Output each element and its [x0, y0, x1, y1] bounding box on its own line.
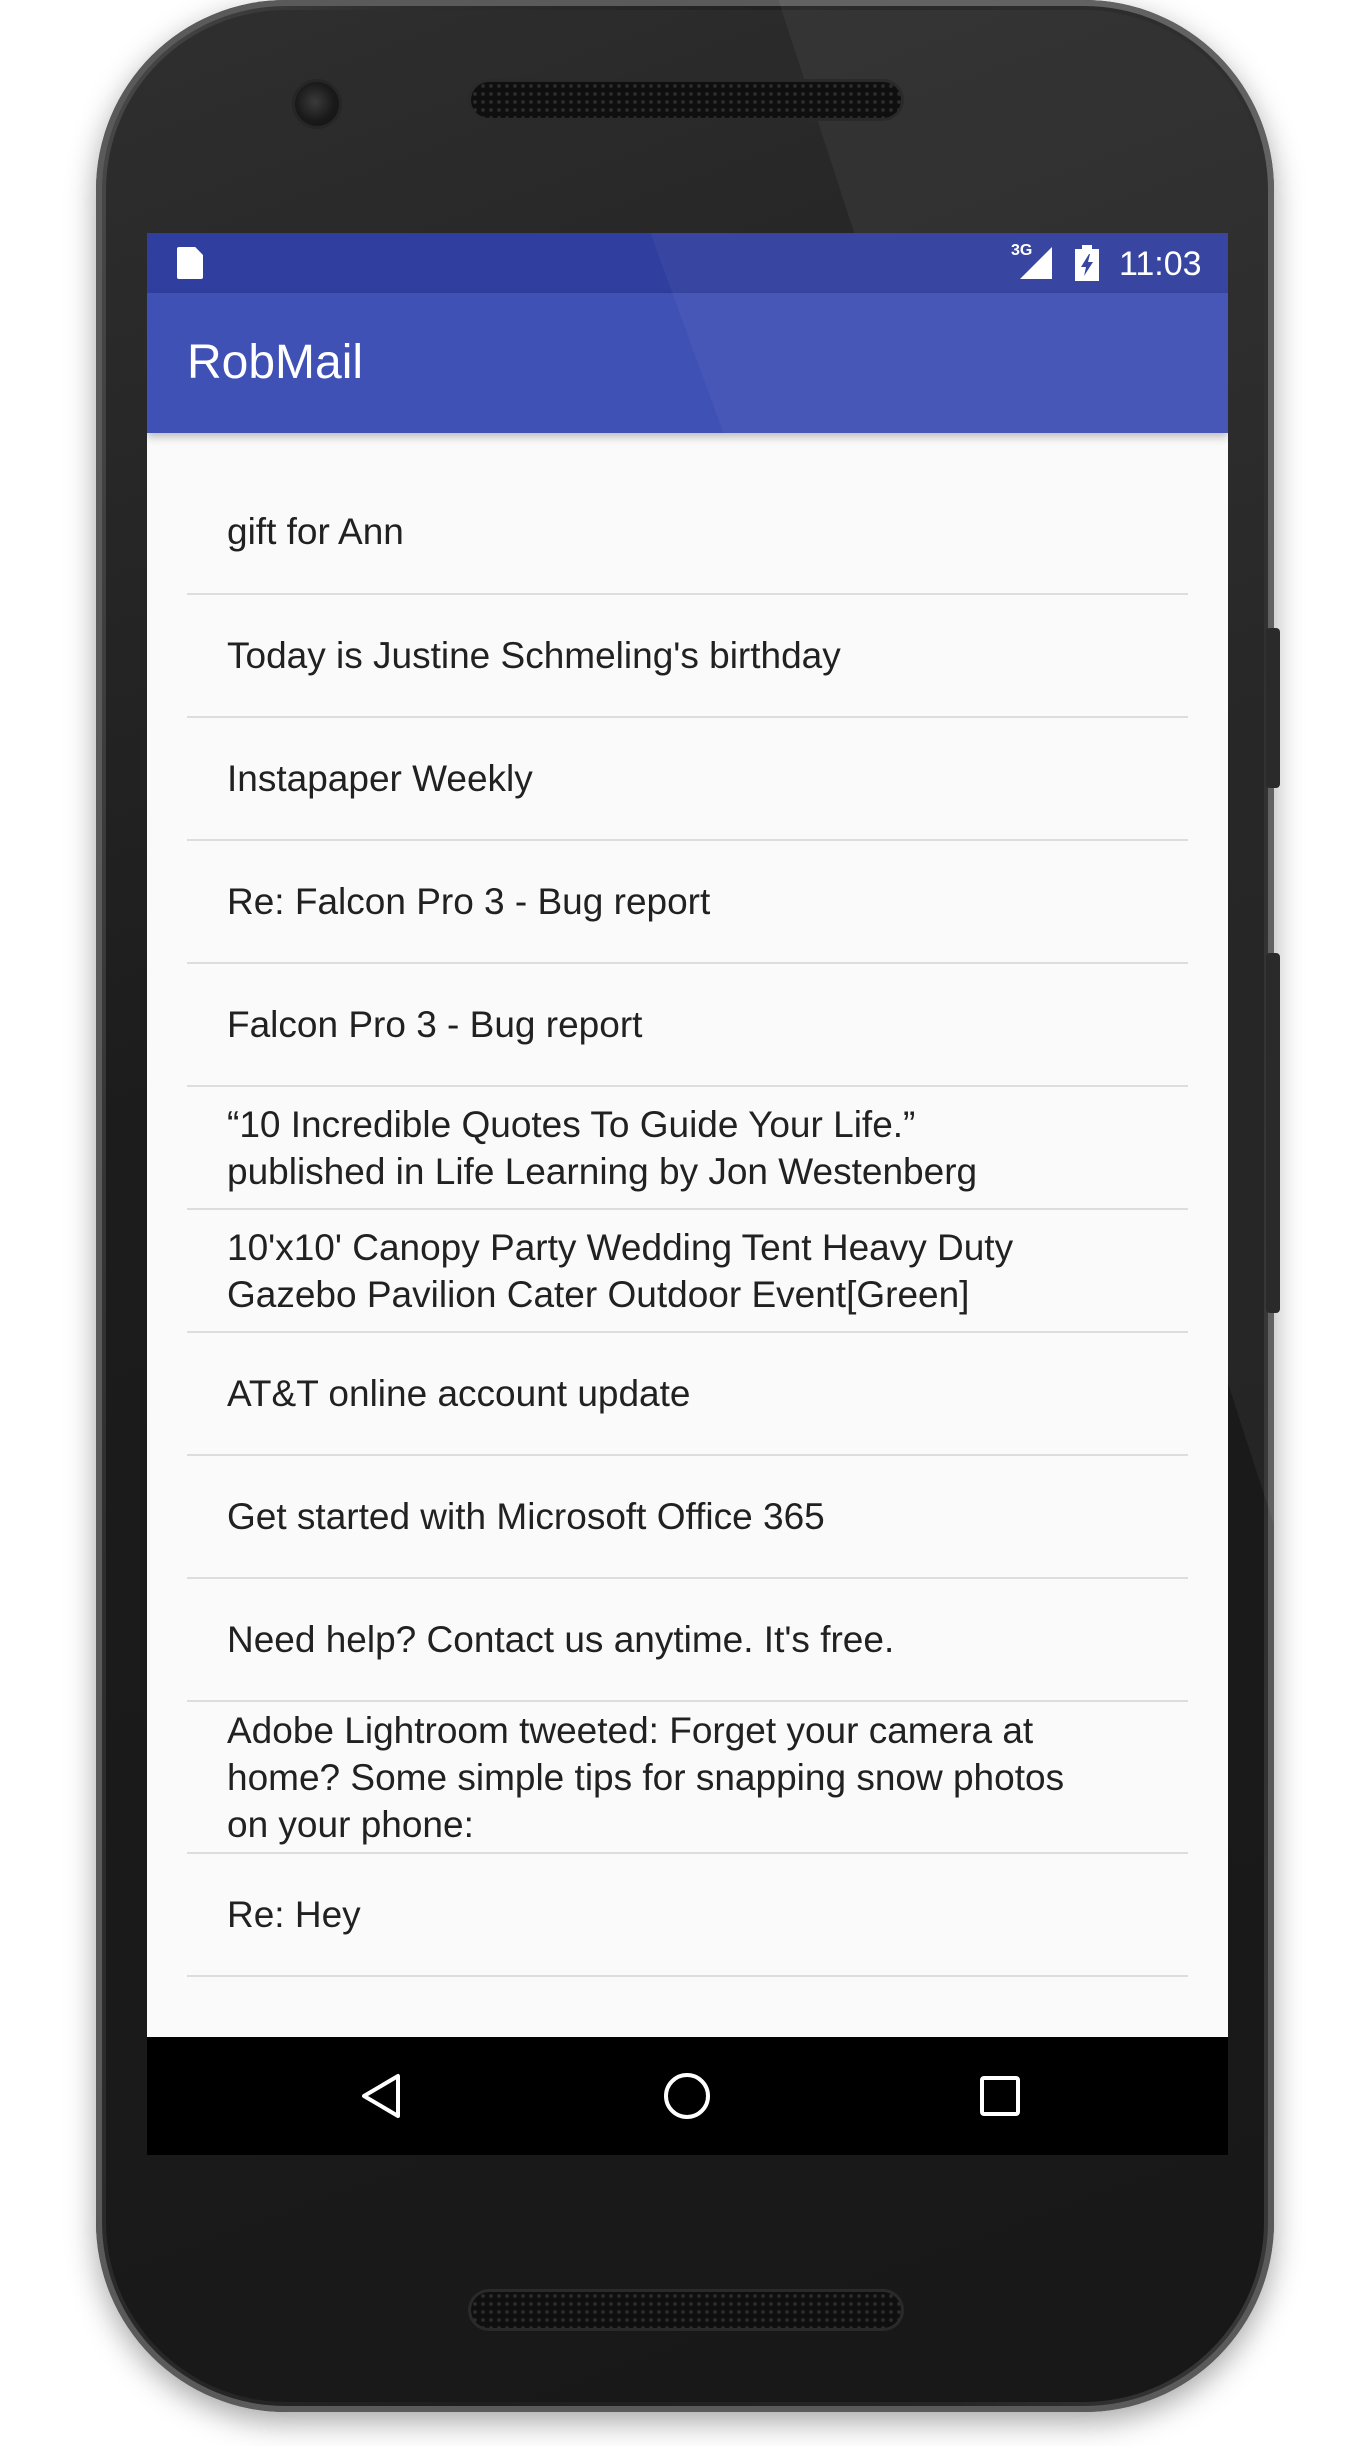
- screen: 3G 11:03 RobMail gift for Ann Today is Ju…: [147, 233, 1228, 2155]
- recent-apps-button[interactable]: [961, 2057, 1039, 2135]
- status-bar: 3G 11:03: [147, 233, 1228, 293]
- device-frame: 3G 11:03 RobMail gift for Ann Today is Ju…: [0, 0, 1370, 2446]
- message-list[interactable]: gift for Ann Today is Justine Schmeling's…: [147, 433, 1228, 2057]
- front-camera: [295, 82, 339, 126]
- app-bar: RobMail: [147, 293, 1228, 433]
- battery-charging-icon: [1075, 245, 1099, 281]
- message-list-item[interactable]: Get started with Microsoft Office 365: [187, 1456, 1188, 1579]
- message-subject: gift for Ann: [227, 511, 404, 552]
- message-list-item[interactable]: Falcon Pro 3 - Bug report: [187, 964, 1188, 1087]
- back-icon: [362, 2074, 400, 2118]
- message-subject: Falcon Pro 3 - Bug report: [227, 1004, 643, 1045]
- message-list-item[interactable]: “10 Incredible Quotes To Guide Your Life…: [187, 1087, 1188, 1210]
- message-list-item[interactable]: 10'x10' Canopy Party Wedding Tent Heavy …: [187, 1210, 1188, 1333]
- bottom-speaker: [471, 2292, 901, 2328]
- message-list-item[interactable]: Instapaper Weekly: [187, 718, 1188, 841]
- message-list-item[interactable]: Re: Hey: [187, 1854, 1188, 1977]
- recent-apps-icon: [980, 2076, 1020, 2116]
- message-subject: Need help? Contact us anytime. It's free…: [227, 1619, 895, 1660]
- home-icon: [664, 2073, 710, 2119]
- home-button[interactable]: [648, 2057, 726, 2135]
- power-button[interactable]: [1266, 628, 1280, 788]
- earpiece-speaker: [471, 82, 901, 118]
- message-list-item[interactable]: Re: Falcon Pro 3 - Bug report: [187, 841, 1188, 964]
- message-subject: Instapaper Weekly: [227, 758, 533, 799]
- message-subject: AT&T online account update: [227, 1373, 691, 1414]
- message-subject: Re: Falcon Pro 3 - Bug report: [227, 881, 711, 922]
- message-list-item[interactable]: Adobe Lightroom tweeted: Forget your cam…: [187, 1702, 1188, 1854]
- message-list-item[interactable]: Today is Justine Schmeling's birthday: [187, 595, 1188, 718]
- message-subject: Get started with Microsoft Office 365: [227, 1496, 825, 1537]
- volume-rocker[interactable]: [1266, 953, 1280, 1313]
- signal-icon: [1020, 247, 1052, 279]
- navigation-bar: [147, 2037, 1228, 2155]
- status-clock: 11:03: [1119, 245, 1202, 283]
- message-subject: 10'x10' Canopy Party Wedding Tent Heavy …: [227, 1226, 1014, 1315]
- message-subject: “10 Incredible Quotes To Guide Your Life…: [227, 1103, 978, 1192]
- message-subject: Adobe Lightroom tweeted: Forget your cam…: [227, 1709, 1065, 1845]
- message-list-item[interactable]: Need help? Contact us anytime. It's free…: [187, 1579, 1188, 1702]
- back-button[interactable]: [343, 2057, 421, 2135]
- sd-card-icon: [177, 247, 203, 279]
- message-subject: Today is Justine Schmeling's birthday: [227, 635, 841, 676]
- app-title: RobMail: [187, 336, 364, 389]
- message-list-item[interactable]: AT&T online account update: [187, 1333, 1188, 1456]
- message-subject: Re: Hey: [227, 1894, 361, 1935]
- message-list-item[interactable]: gift for Ann: [187, 433, 1188, 595]
